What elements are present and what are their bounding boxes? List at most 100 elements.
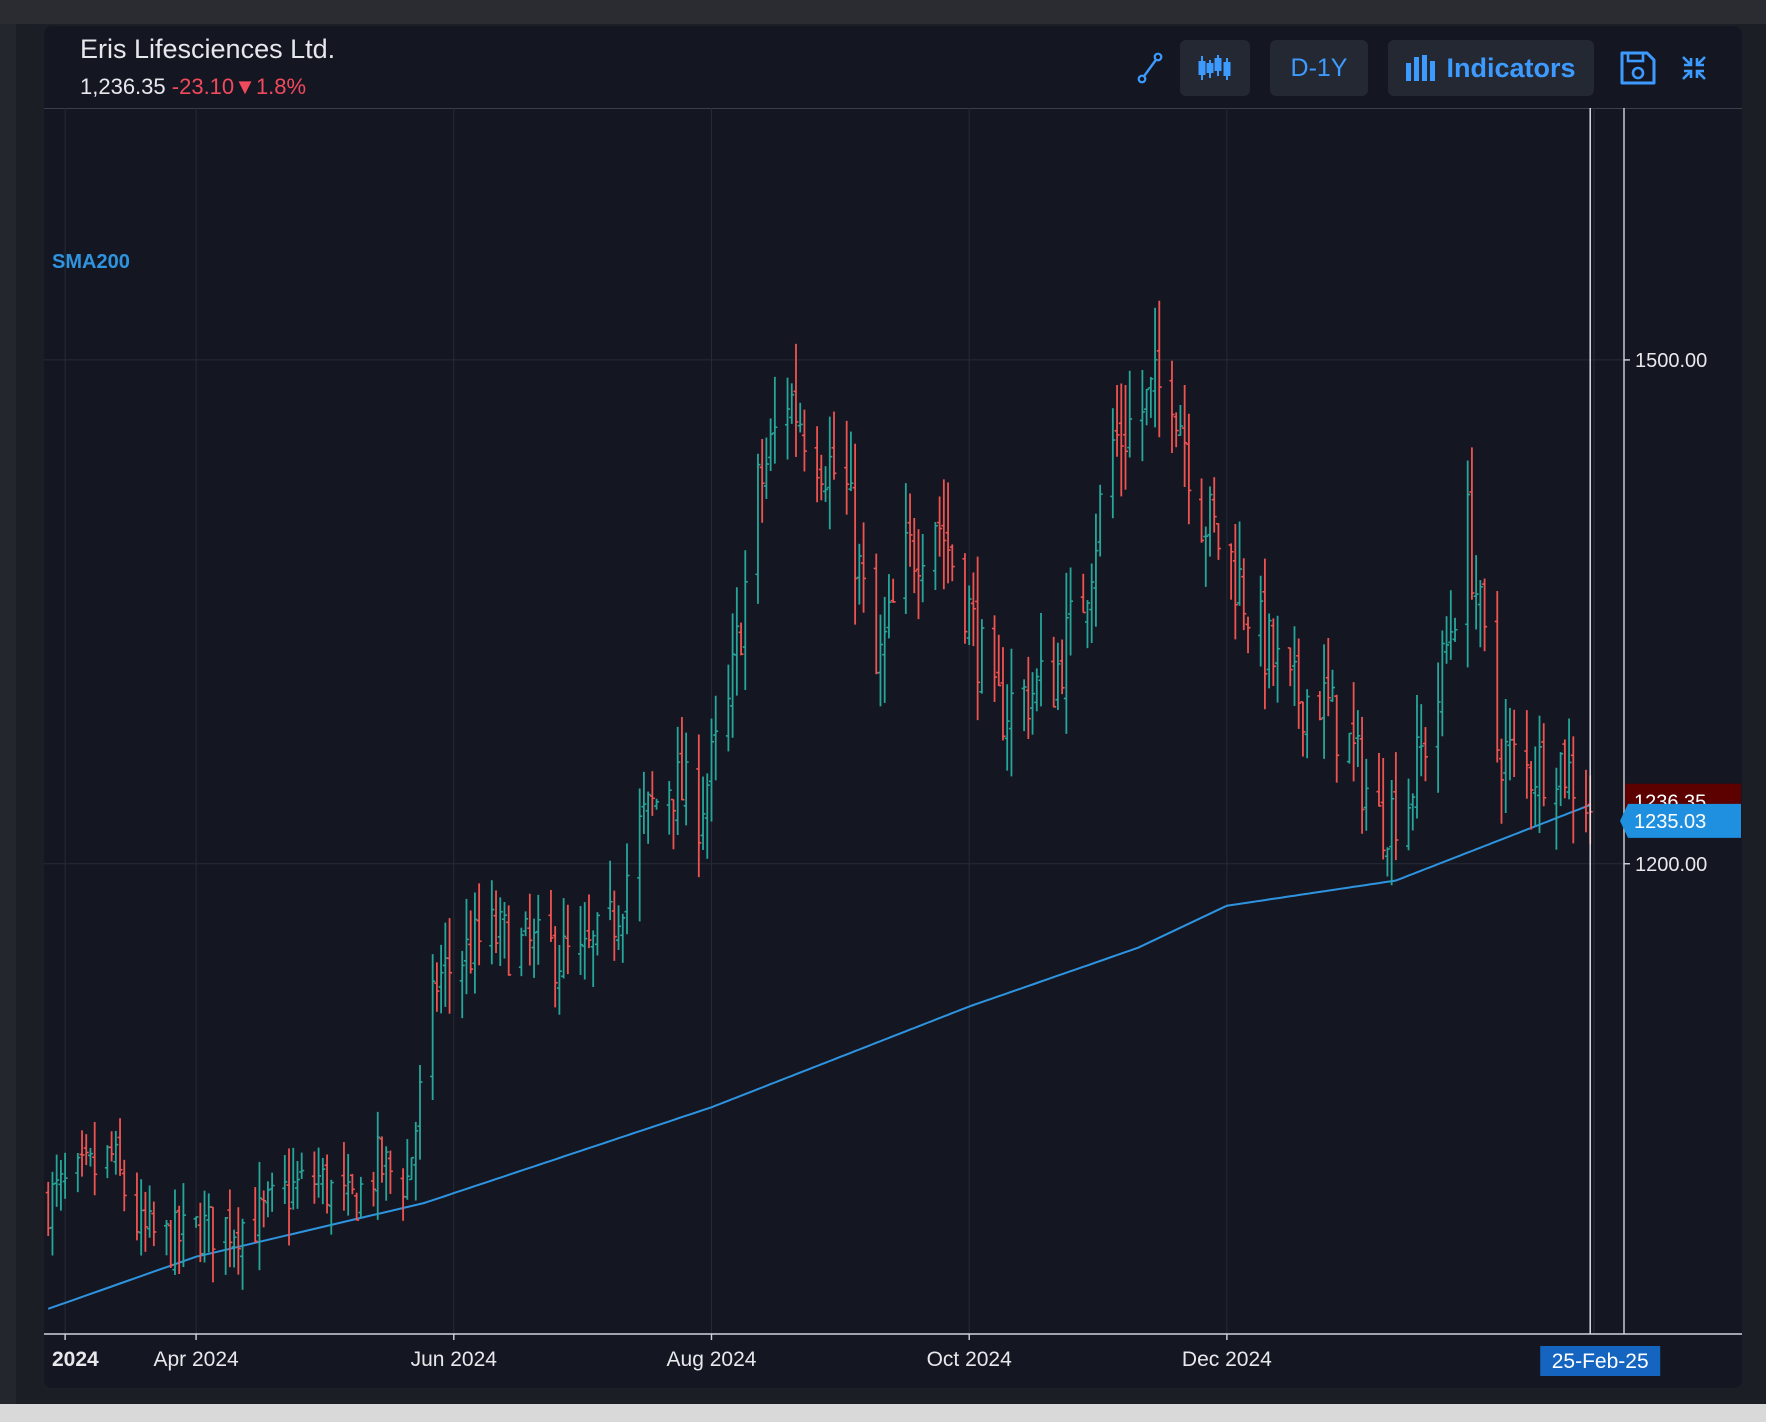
ohlc-bar <box>966 585 972 646</box>
ohlc-bar <box>1524 710 1530 799</box>
ohlc-bar <box>463 898 469 995</box>
ohlc-bar <box>590 930 596 987</box>
ohlc-bar <box>430 954 436 1100</box>
ohlc-bar <box>282 1155 288 1205</box>
ohlc-bar <box>565 904 571 975</box>
time-axis-label: 2024 <box>52 1348 99 1371</box>
ohlc-bar <box>151 1201 157 1247</box>
ohlc-bar <box>730 613 736 738</box>
ohlc-bar <box>1477 580 1483 648</box>
ohlc-bar <box>206 1193 212 1253</box>
ohlc-bar <box>1034 668 1040 712</box>
ohlc-bar <box>290 1147 296 1210</box>
ohlc-bar <box>1363 758 1369 831</box>
ohlc-bar <box>1025 656 1031 739</box>
ohlc-bar <box>1068 567 1074 656</box>
chart-axes: 1200.001500.001236.351235.032024 Apr 2024… <box>44 108 1742 1376</box>
ohlc-bar <box>1080 573 1086 614</box>
ohlc-bar <box>261 1190 267 1228</box>
ohlc-bar <box>666 780 672 835</box>
ohlc-bar <box>1448 590 1454 660</box>
ohlc-bar <box>1418 704 1424 777</box>
price-axis-label: 1200.00 <box>1635 854 1707 876</box>
ohlc-bar <box>827 416 833 530</box>
ohlc-bar <box>227 1189 233 1268</box>
ohlc-bar <box>1583 769 1589 833</box>
sma-legend[interactable]: SMA200 <box>52 251 130 273</box>
ohlc-bar <box>1325 637 1331 717</box>
ohlc-bar <box>1199 478 1205 543</box>
ohlc-bar <box>1452 617 1458 642</box>
ohlc-bar <box>1182 384 1188 487</box>
ohlc-bar <box>438 944 444 1014</box>
time-axis-label: Jun 2024 <box>411 1348 498 1371</box>
ohlc-bar <box>645 791 651 844</box>
ohlc-bar <box>531 918 537 978</box>
ohlc-bar <box>1097 484 1103 557</box>
ohlc-bar <box>1237 521 1243 606</box>
ohlc-bar <box>641 771 647 834</box>
ohlc-bar <box>299 1152 305 1179</box>
ohlc-bar <box>387 1150 393 1194</box>
ohlc-bar <box>734 587 740 696</box>
ohlc-bar <box>535 894 541 965</box>
ohlc-bar <box>1156 300 1162 438</box>
ohlc-bar <box>1059 639 1065 695</box>
ohlc-bar <box>708 718 714 822</box>
ohlc-bar <box>1384 847 1390 877</box>
time-axis-label: Apr 2024 <box>153 1348 239 1371</box>
ohlc-bar <box>1406 778 1412 851</box>
ohlc-bar <box>1114 384 1120 457</box>
ohlc-bar <box>1262 558 1268 710</box>
ohlc-bar <box>142 1191 148 1252</box>
ohlc-bar <box>1435 662 1441 793</box>
ohlc-bar <box>476 883 482 966</box>
ohlc-bar <box>442 922 448 1007</box>
ohlc-bar <box>235 1207 241 1275</box>
chart-grid <box>44 108 1630 1334</box>
ohlc-bar <box>992 615 998 702</box>
app-window: Eris Lifesciences Ltd. 1,236.35 -23.10▼1… <box>0 0 1766 1422</box>
ohlc-bar <box>1380 758 1386 860</box>
ohlc-bar <box>324 1154 330 1214</box>
ohlc-bar <box>1304 689 1310 759</box>
ohlc-bar <box>801 409 807 472</box>
ohlc-bar <box>180 1183 186 1268</box>
ohlc-bar <box>882 596 888 703</box>
ohlc-bar <box>941 479 947 590</box>
ohlc-bar <box>861 522 867 613</box>
ohlc-bar <box>844 420 850 515</box>
ohlc-bar <box>413 1121 419 1201</box>
ohlc-bar <box>311 1151 317 1204</box>
ohlc-bar <box>1482 578 1488 652</box>
ohlc-bar <box>1144 388 1150 426</box>
ohlc-bar <box>1321 644 1327 759</box>
ohlc-bar <box>1173 412 1179 448</box>
ohlc-bar <box>1127 370 1133 458</box>
ohlc-bar <box>755 453 761 604</box>
ohlc-bar <box>104 1145 110 1179</box>
ohlc-bar <box>1122 384 1128 490</box>
ohlc-bar <box>586 894 592 949</box>
ohlc-bar <box>83 1134 89 1166</box>
ohlc-bar <box>1414 694 1420 819</box>
ohlc-bar <box>1507 707 1513 781</box>
ohlc-bar <box>1287 647 1293 687</box>
ohlc-bar <box>620 913 626 963</box>
ohlc-bar <box>582 902 588 980</box>
ohlc-bar <box>1258 575 1264 667</box>
ohlc-bar <box>400 1168 406 1221</box>
ohlc-bar <box>1030 672 1036 735</box>
price-chart[interactable]: 1200.001500.001236.351235.032024 Apr 2024… <box>44 26 1742 1388</box>
ohlc-bar <box>147 1185 153 1238</box>
ohlc-bar <box>501 902 507 959</box>
time-axis-label: Oct 2024 <box>927 1348 1013 1371</box>
ohlc-bar <box>624 843 630 935</box>
ohlc-bar <box>92 1121 98 1196</box>
ohlc-bar <box>358 1176 364 1218</box>
ohlc-bar <box>1186 413 1192 525</box>
ohlc-bar <box>316 1147 322 1198</box>
ohlc-bars <box>45 300 1593 1290</box>
ohlc-bar <box>1266 613 1272 689</box>
ohlc-bar <box>518 927 524 977</box>
